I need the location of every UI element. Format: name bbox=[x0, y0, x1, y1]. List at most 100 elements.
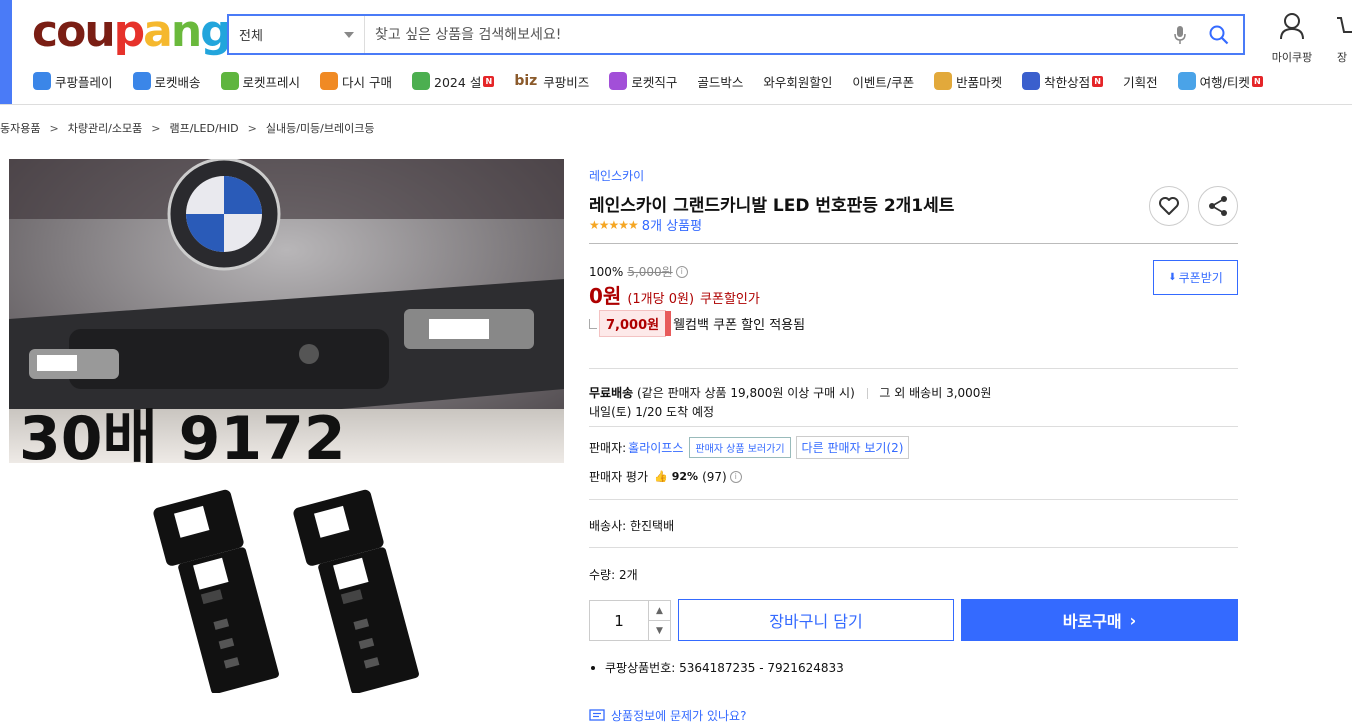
nav-item[interactable]: 다시 구매 bbox=[320, 72, 392, 91]
quantity-up-icon[interactable]: ▲ bbox=[649, 601, 670, 621]
nav-item-label: 로켓배송 bbox=[154, 74, 201, 90]
share-icon bbox=[1209, 196, 1227, 216]
arrival-date: 내일(토) 1/20 도착 예정 bbox=[589, 405, 715, 419]
share-button[interactable] bbox=[1198, 186, 1238, 226]
new-year-icon bbox=[412, 72, 431, 90]
coupon-download-button[interactable]: ⬇ 쿠폰받기 bbox=[1153, 260, 1238, 295]
mic-icon[interactable] bbox=[1165, 25, 1195, 45]
divider bbox=[589, 547, 1238, 548]
nav-item-label: 와우회원할인 bbox=[763, 74, 833, 90]
nav-item-label: 착한상점 bbox=[1044, 74, 1091, 90]
coupang-logo[interactable]: coupang bbox=[32, 6, 232, 57]
search-input[interactable] bbox=[365, 16, 1165, 53]
nav-item[interactable]: 와우회원할인 bbox=[763, 72, 832, 91]
product-number: 쿠팡상품번호: 5364187235 - 7921624833 bbox=[605, 661, 844, 675]
logo-letter: o bbox=[56, 6, 86, 57]
shipping-condition: (같은 판매자 상품 19,800원 이상 구매 시) bbox=[637, 386, 855, 400]
nav-item-label: 로켓프레시 bbox=[242, 74, 301, 90]
rating-stars: ★★★★★ bbox=[589, 217, 639, 232]
breadcrumb-separator: > bbox=[151, 122, 161, 135]
welcome-coupon-text: 웰컴백 쿠폰 할인 적용됨 bbox=[673, 318, 806, 333]
add-to-cart-button[interactable]: 장바구니 담기 bbox=[678, 599, 954, 641]
good-store-icon bbox=[1022, 72, 1041, 90]
search-icon bbox=[1209, 25, 1229, 44]
free-shipping-label: 무료배송 bbox=[589, 386, 634, 400]
shipping-info: 무료배송 (같은 판매자 상품 19,800원 이상 구매 시) 그 외 배송비… bbox=[589, 384, 991, 401]
rocket-fresh-icon bbox=[220, 72, 239, 90]
logo-letter: g bbox=[200, 6, 231, 57]
corner-line bbox=[589, 318, 597, 329]
unit-price: (1개당 0원) bbox=[627, 292, 695, 307]
logo-letter: a bbox=[143, 6, 173, 57]
nav-item-label: 반품마켓 bbox=[956, 74, 1003, 90]
nav-item-label: 다시 구매 bbox=[342, 74, 393, 90]
welcome-coupon-row: 7,000원 웰컴백 쿠폰 할인 적용됨 bbox=[589, 310, 805, 337]
brand-link[interactable]: 레인스카이 bbox=[589, 167, 644, 184]
quantity-stepper[interactable]: 1 ▲ ▼ bbox=[589, 600, 671, 641]
product-led-bulbs-image[interactable] bbox=[140, 478, 440, 695]
nav-item[interactable]: 골드박스 bbox=[697, 72, 743, 91]
mypage-button[interactable]: 마이쿠팡 bbox=[1262, 12, 1322, 65]
search-button[interactable] bbox=[1195, 25, 1243, 45]
nav-item[interactable]: 2024 설N bbox=[412, 72, 495, 91]
info-icon[interactable]: i bbox=[729, 470, 742, 483]
new-badge: N bbox=[1092, 75, 1104, 87]
global-icon bbox=[609, 72, 628, 90]
airplane-icon bbox=[1177, 72, 1196, 90]
courier-info: 배송사: 한진택배 bbox=[589, 519, 675, 533]
nav-item-label: 여행/티켓 bbox=[1199, 74, 1250, 90]
coupon-price-label: 쿠폰할인가 bbox=[700, 292, 760, 307]
search-category-select[interactable]: 전체 bbox=[229, 16, 365, 53]
breadcrumb-link[interactable]: 동자용품 bbox=[0, 122, 40, 135]
report-issue-link[interactable]: 상품정보에 문제가 있나요? bbox=[589, 707, 746, 724]
divider bbox=[589, 243, 1238, 244]
nav-item-label: 쿠팡비즈 bbox=[543, 74, 590, 90]
logo-letter: c bbox=[32, 6, 58, 57]
breadcrumb-link[interactable]: 실내등/미등/브레이크등 bbox=[266, 122, 375, 135]
seller-row: 판매자: 홀라이프스 판매자 상품 보러가기 다른 판매자 보기(2) bbox=[589, 436, 910, 459]
quantity-down-icon[interactable]: ▼ bbox=[649, 621, 670, 640]
nav-item[interactable]: 기획전 bbox=[1123, 72, 1158, 91]
nav-item[interactable]: 여행/티켓 N bbox=[1177, 72, 1263, 91]
nav-item[interactable]: 착한상점 N bbox=[1022, 72, 1104, 91]
logo-letter: n bbox=[170, 6, 202, 57]
seller-name-link[interactable]: 홀라이프스 bbox=[628, 439, 683, 456]
nav-item[interactable]: 이벤트/쿠폰 bbox=[852, 72, 914, 91]
buy-now-label: 바로구매 bbox=[1062, 612, 1122, 631]
info-icon[interactable]: i bbox=[675, 265, 688, 278]
nav-item[interactable]: 쿠팡플레이 bbox=[33, 72, 113, 91]
new-badge: N bbox=[1251, 75, 1263, 87]
new-badge: N bbox=[483, 75, 495, 87]
other-shipping-fee: 그 외 배송비 3,000원 bbox=[879, 386, 992, 400]
cart-button[interactable]: 장 bbox=[1337, 12, 1352, 65]
breadcrumb-link[interactable]: 차량관리/소모품 bbox=[68, 122, 143, 135]
quantity-value[interactable]: 1 bbox=[590, 601, 648, 640]
nav-item[interactable]: 로켓배송 bbox=[132, 72, 201, 91]
header: coupang 전체 마이쿠팡 장 쿠팡플레이 로켓배송 로켓프레시 다시 구매 202… bbox=[0, 0, 1352, 105]
breadcrumb-link[interactable]: 램프/LED/HID bbox=[169, 122, 238, 135]
discount-rate: 100% bbox=[589, 264, 624, 279]
nav-item[interactable]: 로켓직구 bbox=[609, 72, 677, 91]
nav-item[interactable]: 로켓프레시 bbox=[220, 72, 301, 91]
seller-products-button[interactable]: 판매자 상품 보러가기 bbox=[689, 437, 791, 458]
rating: ★★★★★ 8개 상품평 bbox=[589, 215, 702, 235]
buy-now-button[interactable]: 바로구매 › bbox=[961, 599, 1238, 641]
report-issue-label: 상품정보에 문제가 있나요? bbox=[611, 709, 747, 723]
breadcrumb-separator: > bbox=[247, 122, 257, 135]
nav-item-label: 기획전 bbox=[1123, 74, 1158, 90]
review-count-link[interactable]: 8개 상품평 bbox=[642, 215, 702, 234]
wishlist-button[interactable] bbox=[1149, 186, 1189, 226]
other-sellers-button[interactable]: 다른 판매자 보기(2) bbox=[795, 436, 910, 459]
chevron-down-icon bbox=[344, 31, 354, 38]
product-main-image[interactable]: 30배 9172 bbox=[9, 159, 564, 463]
category-nav: 쿠팡플레이 로켓배송 로켓프레시 다시 구매 2024 설 N biz 쿠팡비즈 로켓직구 골드박… bbox=[33, 70, 1283, 92]
seller-label: 판매자: bbox=[589, 441, 627, 455]
original-price: 5,000원 bbox=[627, 265, 673, 279]
nav-item[interactable]: 반품마켓 bbox=[934, 72, 1002, 91]
download-icon: ⬇ bbox=[1168, 272, 1177, 283]
nav-item[interactable]: biz 쿠팡비즈 bbox=[514, 72, 589, 91]
original-price-row: 100% 5,000원 i bbox=[589, 263, 688, 280]
seller-rating-value: 92% bbox=[671, 470, 699, 483]
nav-item-label: 쿠팡플레이 bbox=[55, 74, 113, 90]
bullet bbox=[591, 665, 595, 670]
